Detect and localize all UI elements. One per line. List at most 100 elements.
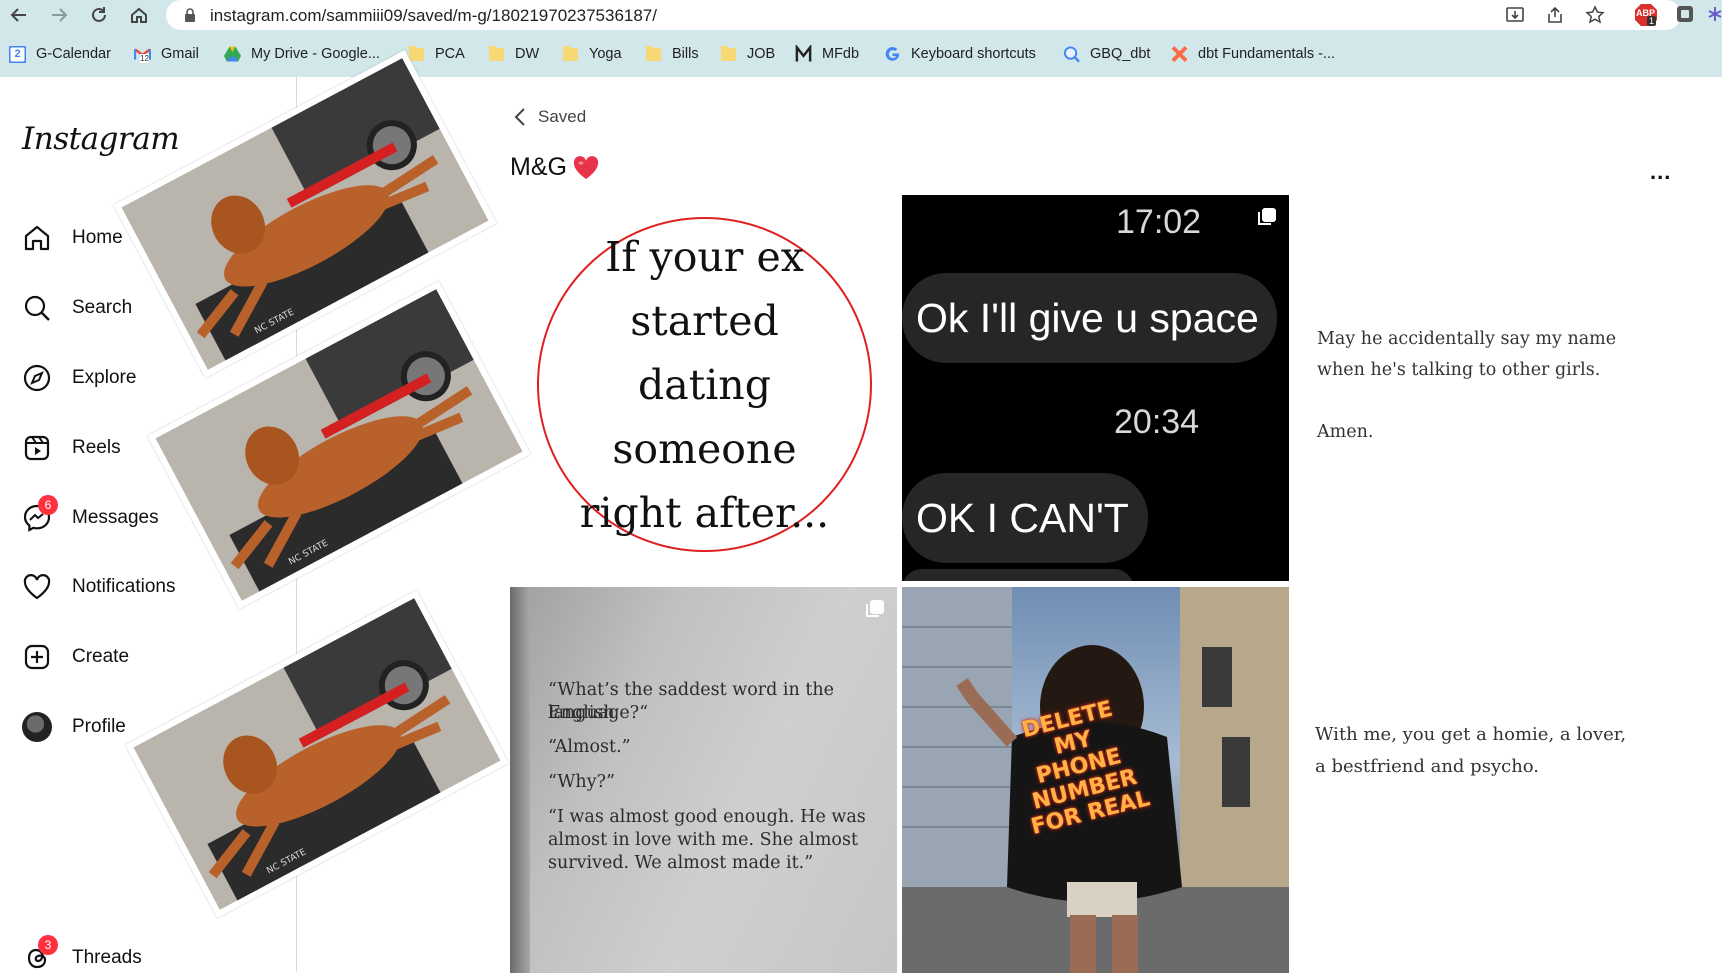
chat-message: Ok I'll give u space bbox=[916, 294, 1259, 341]
bookmarks-bar: 2 G-Calendar 12 Gmail My Drive - Google.… bbox=[0, 40, 1722, 68]
extension-asterisk-icon[interactable] bbox=[1708, 3, 1722, 27]
share-icon[interactable] bbox=[1544, 4, 1566, 26]
carousel-icon bbox=[866, 600, 884, 617]
red-heart-emoji-icon bbox=[573, 155, 599, 179]
url-text: instagram.com/sammiii09/saved/m-g/180219… bbox=[210, 6, 657, 25]
adblock-count: 1 bbox=[1647, 16, 1657, 26]
back-arrow-icon[interactable] bbox=[6, 2, 32, 28]
saved-post-book-page[interactable]: “What’s the saddest word in the English … bbox=[510, 587, 897, 973]
collection-name: M&G bbox=[510, 153, 567, 181]
nav-search[interactable]: Search bbox=[20, 291, 132, 325]
bookmark-my-drive[interactable]: My Drive - Google... bbox=[224, 42, 380, 66]
book-text: “Why?” bbox=[548, 772, 615, 792]
book-spine bbox=[510, 587, 530, 973]
more-options-button[interactable]: ... bbox=[1650, 159, 1671, 185]
chat-time: 17:02 bbox=[1116, 203, 1202, 241]
install-icon[interactable] bbox=[1504, 4, 1526, 26]
collection-title: M&G bbox=[510, 153, 599, 182]
carousel-icon bbox=[1258, 208, 1276, 225]
threads-icon: 3 bbox=[20, 935, 58, 975]
quote-line: With me, you get a homie, a lover, bbox=[1315, 724, 1627, 745]
calendar-icon: 2 bbox=[9, 45, 26, 63]
folder-icon bbox=[562, 45, 579, 63]
folder-icon bbox=[488, 45, 505, 63]
saved-post-circle-text[interactable]: If your ex started dating someone right … bbox=[510, 195, 897, 581]
chat-bubble: Ok I'll give u space bbox=[902, 273, 1277, 363]
forward-arrow-icon[interactable] bbox=[46, 2, 72, 28]
extension-puzzle-icon[interactable] bbox=[1674, 3, 1698, 27]
nav-notifications[interactable]: Notifications bbox=[20, 570, 176, 604]
bookmark-folder-bills[interactable]: Bills bbox=[645, 42, 699, 66]
bookmark-label: JOB bbox=[747, 46, 776, 62]
folder-icon bbox=[645, 45, 662, 63]
browser-chrome: instagram.com/sammiii09/saved/m-g/180219… bbox=[0, 0, 1722, 77]
search-icon bbox=[20, 291, 54, 325]
folder-icon bbox=[408, 45, 425, 63]
bookmark-folder-pca[interactable]: PCA bbox=[408, 42, 465, 66]
nav-label: Profile bbox=[72, 716, 126, 737]
gmail-count: 12 bbox=[140, 53, 149, 63]
nav-create[interactable]: Create bbox=[20, 640, 129, 674]
heart-icon bbox=[20, 570, 54, 604]
nav-label: Create bbox=[72, 646, 130, 667]
bookmark-g-calendar[interactable]: 2 G-Calendar bbox=[9, 42, 111, 66]
nav-explore[interactable]: Explore bbox=[20, 361, 136, 395]
bookmark-label: MFdb bbox=[822, 46, 860, 62]
m-icon bbox=[795, 45, 812, 63]
messages-badge: 6 bbox=[38, 495, 58, 515]
bookmark-folder-yoga[interactable]: Yoga bbox=[562, 42, 622, 66]
bigquery-icon bbox=[1063, 46, 1080, 63]
chat-message: OK I CAN'T bbox=[916, 494, 1129, 541]
messenger-icon: 6 bbox=[20, 495, 58, 535]
reload-icon[interactable] bbox=[86, 2, 112, 28]
book-text: language?“ bbox=[548, 703, 649, 723]
bookmark-dbt-fundamentals[interactable]: dbt Fundamentals -... bbox=[1171, 42, 1335, 66]
saved-post-chat-screenshot[interactable]: 17:02 Ok I'll give u space 20:34 OK I CA… bbox=[902, 195, 1289, 581]
nav-messages[interactable]: 6 Messages bbox=[20, 495, 159, 535]
post-text: If your ex started dating someone right … bbox=[579, 232, 830, 537]
quote-line: May he accidentally say my name bbox=[1317, 329, 1617, 349]
address-bar[interactable]: instagram.com/sammiii09/saved/m-g/180219… bbox=[166, 0, 1681, 30]
quote-line: Amen. bbox=[1317, 422, 1374, 442]
bookmark-gbq-dbt[interactable]: GBQ_dbt bbox=[1063, 42, 1150, 66]
bookmark-star-icon[interactable] bbox=[1584, 4, 1606, 26]
quote-line: when he's talking to other girls. bbox=[1317, 360, 1601, 380]
nav-threads[interactable]: 3 Threads bbox=[20, 935, 142, 975]
bookmark-label: Yoga bbox=[589, 46, 622, 62]
bookmark-mfdb[interactable]: MFdb bbox=[795, 42, 859, 66]
bookmark-folder-job[interactable]: JOB bbox=[720, 42, 775, 66]
red-circle-frame: If your ex started dating someone right … bbox=[537, 217, 872, 552]
saved-collection-main: Saved M&G ... If your ex started dating … bbox=[298, 77, 1722, 973]
nav-label: Reels bbox=[72, 437, 121, 458]
dbt-icon bbox=[1171, 46, 1188, 63]
bookmark-label: Keyboard shortcuts bbox=[911, 46, 1036, 62]
bookmark-keyboard-shortcuts[interactable]: Keyboard shortcuts bbox=[884, 42, 1036, 66]
nav-profile[interactable]: Profile bbox=[20, 710, 126, 744]
compass-icon bbox=[20, 361, 54, 395]
book-text: “I was almost good enough. He was bbox=[548, 807, 866, 827]
quote-line: a bestfriend and psycho. bbox=[1315, 756, 1540, 777]
home-button-icon[interactable] bbox=[126, 2, 152, 28]
saved-post-quote-amen[interactable]: May he accidentally say my name when he'… bbox=[1293, 195, 1680, 581]
chevron-left-icon bbox=[514, 108, 525, 126]
bookmark-gmail[interactable]: 12 Gmail bbox=[134, 42, 199, 66]
home-icon bbox=[20, 221, 54, 255]
folder-icon bbox=[720, 45, 737, 63]
book-text: “Almost.” bbox=[548, 737, 631, 757]
saved-post-shirt-photo[interactable]: DELETE MY PHONE NUMBER FOR REAL bbox=[902, 587, 1289, 973]
nav-home[interactable]: Home bbox=[20, 221, 123, 255]
profile-avatar-icon bbox=[20, 710, 54, 744]
calendar-day: 2 bbox=[14, 48, 21, 60]
nav-label: Home bbox=[72, 227, 123, 248]
adblock-extension-icon[interactable]: ABP 1 bbox=[1634, 3, 1658, 27]
nav-label: Threads bbox=[72, 947, 142, 968]
instagram-logo[interactable]: Instagram bbox=[22, 121, 180, 157]
bookmark-label: dbt Fundamentals -... bbox=[1198, 46, 1336, 62]
lock-icon bbox=[184, 8, 196, 27]
gmail-icon: 12 bbox=[134, 46, 151, 63]
bookmark-folder-dw[interactable]: DW bbox=[488, 42, 539, 66]
nav-reels[interactable]: Reels bbox=[20, 431, 121, 465]
saved-post-quote-homie[interactable]: With me, you get a homie, a lover, a bes… bbox=[1293, 587, 1680, 973]
back-to-saved-link[interactable]: Saved bbox=[514, 107, 586, 127]
bookmark-label: G-Calendar bbox=[36, 46, 111, 62]
